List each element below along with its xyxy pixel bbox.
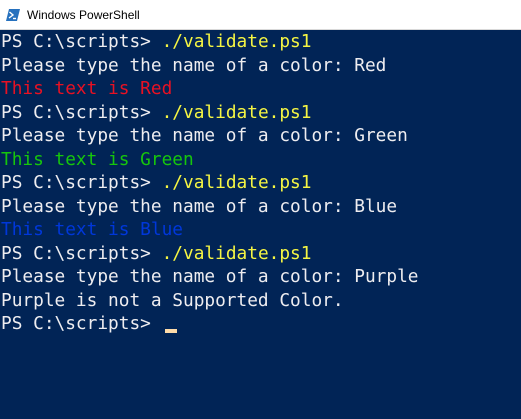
title-bar[interactable]: Windows PowerShell [0,0,521,30]
console-area[interactable]: PS C:\scripts> ./validate.ps1 Please typ… [0,30,521,419]
prompt-text: PS C:\scripts> [1,172,162,193]
prompt-text: PS C:\scripts> [1,101,162,123]
command-text: ./validate.ps1 [161,242,312,264]
console-line-blue-output: This text is Blue [1,219,183,240]
console-line-prompt: PS C:\scripts> ./validate.ps1 [1,171,311,195]
command-text: ./validate.ps1 [161,172,312,193]
powershell-window: Windows PowerShell PS C:\scripts> ./vali… [0,0,521,419]
text-cursor [165,329,177,333]
console-line-output: Please type the name of a color: Green [1,125,408,146]
console-line-red-output: This text is Red [1,78,173,99]
console-line-green-output: This text is Green [1,148,194,170]
console-line-output: Please type the name of a color: Red [1,54,387,76]
command-text: ./validate.ps1 [161,31,312,52]
console-line-output: Please type the name of a color: Blue [1,195,398,217]
command-text: ./validate.ps1 [161,101,312,123]
prompt-text: PS C:\scripts> [1,31,162,52]
console-line-prompt: PS C:\scripts> ./validate.ps1 [1,30,311,54]
prompt-text: PS C:\scripts> [1,242,162,264]
powershell-icon [6,9,20,21]
console-line-prompt: PS C:\scripts> ./validate.ps1 [1,101,311,125]
console-line-prompt: PS C:\scripts> ./validate.ps1 [1,242,311,266]
prompt-text: PS C:\scripts> [1,313,162,334]
window-title: Windows PowerShell [27,8,140,22]
console-line-current-prompt: PS C:\scripts> [1,312,162,336]
console-line-output: Please type the name of a color: Purple [1,266,419,287]
console-line-error-output: Purple is not a Supported Color. [1,289,344,311]
